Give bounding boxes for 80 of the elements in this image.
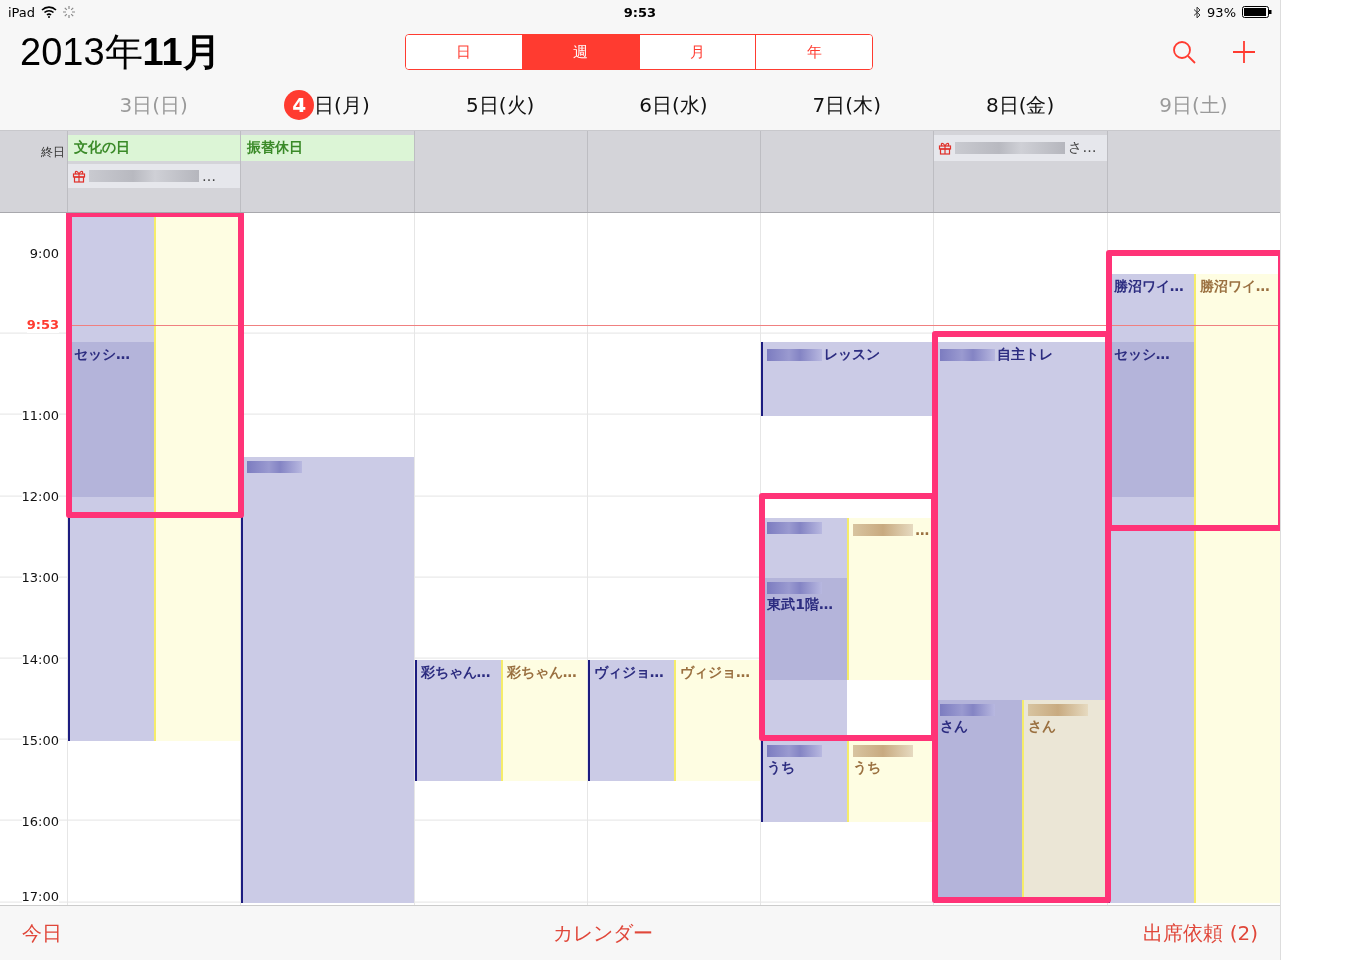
today-date-badge: 4	[284, 90, 315, 120]
event-title: さん	[1027, 718, 1056, 737]
battery-percentage: 93%	[1207, 4, 1236, 20]
birthday-event[interactable]: さ…	[934, 135, 1107, 161]
holiday-event[interactable]: 振替休日	[241, 135, 414, 161]
day-label: 日(日)	[132, 91, 188, 119]
event-title: うち	[853, 758, 882, 777]
add-icon[interactable]	[1232, 40, 1256, 64]
day-label: 日(木)	[825, 91, 881, 119]
all-day-label: 終日	[41, 145, 65, 159]
today-link[interactable]: 今日	[22, 919, 62, 947]
event-title: ヴィジョ…	[680, 663, 750, 682]
event-title: 東武1階…	[767, 596, 833, 615]
calendar-event[interactable]: 東武1階…	[763, 578, 848, 680]
day-number: 6	[639, 93, 653, 117]
wifi-icon	[41, 6, 58, 18]
calendar-event[interactable]: …	[847, 517, 934, 680]
calendars-link[interactable]: カレンダー	[552, 919, 653, 947]
event-title: …	[915, 521, 930, 538]
redacted-text	[940, 348, 996, 361]
redacted-text	[1027, 704, 1088, 717]
current-time-label: 9:53	[26, 317, 59, 334]
event-title: 彩ちゃん…	[420, 663, 491, 682]
event-title: レッスン	[824, 345, 881, 364]
event-title: うち	[767, 758, 796, 777]
redacted-text	[767, 744, 823, 757]
event-title: 彩ちゃん…	[506, 663, 577, 682]
view-tab[interactable]: 日	[406, 35, 522, 69]
redacted-text	[853, 523, 914, 536]
calendar-event[interactable]: ヴィジョ…	[587, 659, 674, 782]
calendar-event[interactable]: うち	[847, 740, 934, 822]
invitations-link[interactable]: 出席依頼 (2)	[1143, 919, 1258, 947]
event-title: 自主トレ	[997, 345, 1054, 364]
redacted-text	[940, 704, 996, 717]
day-number: 3	[119, 93, 133, 117]
day-number: 7	[812, 93, 826, 117]
battery-icon	[1242, 6, 1272, 18]
redacted-text	[767, 521, 823, 534]
day-label: 日(土)	[1171, 91, 1228, 119]
redacted-text	[247, 460, 303, 473]
day-label: 日(金)	[998, 91, 1055, 119]
hour-label: 17:00	[21, 889, 59, 905]
birthday-event[interactable]: …	[68, 164, 241, 188]
day-number: 9	[1159, 93, 1172, 117]
day-number: 5	[466, 93, 479, 117]
gift-icon	[72, 169, 86, 183]
gift-icon	[938, 141, 953, 155]
holiday-event[interactable]: 文化の日	[68, 135, 241, 161]
view-tab[interactable]: 週	[521, 35, 639, 69]
calendar-event[interactable]: レッスン	[761, 341, 934, 416]
search-icon[interactable]	[1172, 40, 1196, 64]
day-number: 8	[985, 93, 999, 117]
month-title: 2013年11月	[20, 29, 222, 75]
day-label: 日(水)	[652, 91, 708, 119]
view-tab[interactable]: 月	[638, 35, 756, 69]
calendar-event[interactable]: 彩ちゃん…	[414, 659, 501, 782]
event-title: 勝沼ワイ…	[1199, 277, 1270, 296]
event-title: セッシ…	[1113, 345, 1170, 364]
device-name: iPad	[8, 4, 36, 20]
view-tab[interactable]: 年	[755, 35, 872, 69]
calendar-event[interactable]: セッシ…	[70, 341, 155, 498]
calendar-event[interactable]: うち	[761, 740, 848, 822]
status-time: 9:53	[623, 4, 657, 20]
event-title: さん	[940, 718, 969, 737]
calendar-event[interactable]: ヴィジョ…	[674, 659, 761, 782]
birthday-title: さ…	[1068, 139, 1097, 157]
day-label: 日(月)	[314, 91, 370, 119]
event-title: セッシ…	[74, 345, 130, 364]
event-title: 勝沼ワイ…	[1113, 277, 1184, 296]
redacted-text	[767, 582, 823, 595]
redacted-text	[853, 744, 914, 757]
calendar-event[interactable]: セッシ…	[1109, 341, 1194, 498]
bluetooth-icon	[1193, 5, 1202, 19]
calendar-event[interactable]: 彩ちゃん…	[500, 659, 587, 782]
day-label: 日(火)	[478, 91, 535, 119]
calendar-event[interactable]: 勝沼ワイ…	[1193, 273, 1280, 904]
birthday-title: …	[202, 168, 216, 184]
event-title: ヴィジョ…	[593, 663, 664, 682]
redacted-text	[767, 348, 823, 361]
activity-spinner-icon	[63, 6, 76, 18]
